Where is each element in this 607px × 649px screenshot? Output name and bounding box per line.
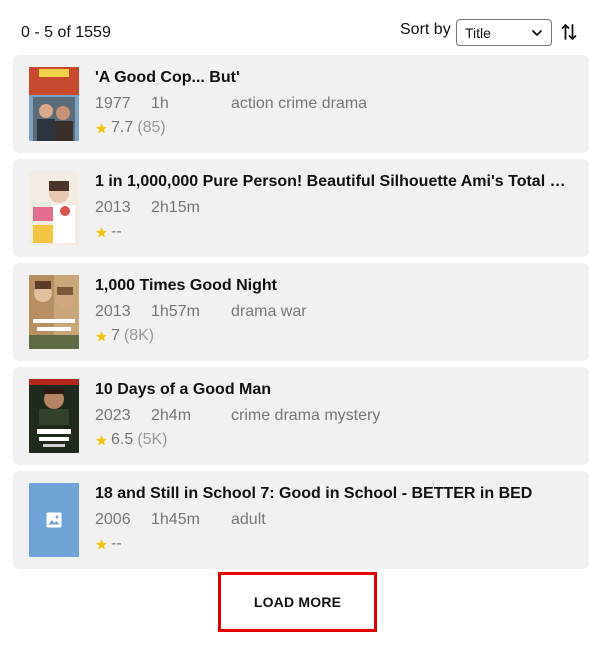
movie-rating: -- bbox=[95, 223, 126, 241]
rating-value: 6.5 bbox=[111, 431, 134, 448]
star-icon bbox=[96, 122, 107, 133]
results-count: 0 - 5 of 1559 bbox=[21, 24, 111, 41]
movie-duration: 1h45m bbox=[151, 511, 200, 528]
movie-title[interactable]: 18 and Still in School 7: Good in School… bbox=[95, 485, 569, 503]
sort-by-label: Sort by bbox=[400, 21, 451, 38]
movie-genres: action crime drama bbox=[231, 95, 368, 112]
movie-genres: crime drama mystery bbox=[231, 407, 381, 424]
movie-year: 2013 bbox=[95, 199, 131, 216]
load-more-button[interactable]: LOAD MORE bbox=[218, 572, 377, 632]
rating-value: -- bbox=[111, 535, 122, 552]
movie-duration: 2h4m bbox=[151, 407, 192, 424]
movie-rating: 7.7 (85) bbox=[95, 119, 166, 137]
movie-title[interactable]: 1 in 1,000,000 Pure Person! Beautiful Si… bbox=[95, 173, 569, 191]
movie-rating: -- bbox=[95, 535, 126, 553]
movie-poster bbox=[29, 171, 79, 245]
movie-card[interactable]: 18 and Still in School 7: Good in School… bbox=[13, 471, 589, 569]
movie-poster bbox=[29, 67, 79, 141]
star-icon bbox=[96, 434, 107, 445]
poster-placeholder bbox=[29, 483, 79, 557]
results-toolbar: 0 - 5 of 1559 Sort by Title bbox=[0, 0, 607, 56]
star-icon bbox=[96, 538, 107, 549]
movie-list: 'A Good Cop... But' 1977 1h action crime… bbox=[13, 55, 589, 575]
movie-card[interactable]: 10 Days of a Good Man 2023 2h4m crime dr… bbox=[13, 367, 589, 465]
movie-title[interactable]: 'A Good Cop... But' bbox=[95, 69, 569, 87]
movie-poster bbox=[29, 379, 79, 453]
movie-duration: 1h57m bbox=[151, 303, 200, 320]
star-icon bbox=[96, 330, 107, 341]
sort-select-value: Title bbox=[465, 24, 491, 41]
sort-direction-icon[interactable] bbox=[561, 22, 577, 42]
movie-duration: 1h bbox=[151, 95, 169, 112]
movie-rating: 6.5 (5K) bbox=[95, 431, 167, 449]
sort-select[interactable]: Title bbox=[456, 19, 552, 46]
movie-title[interactable]: 10 Days of a Good Man bbox=[95, 381, 569, 399]
image-placeholder-icon bbox=[46, 512, 62, 528]
movie-year: 2006 bbox=[95, 511, 131, 528]
rating-votes: (85) bbox=[137, 119, 166, 136]
movie-genres: drama war bbox=[231, 303, 307, 320]
movie-genres: adult bbox=[231, 511, 266, 528]
movie-title[interactable]: 1,000 Times Good Night bbox=[95, 277, 569, 295]
movie-year: 2023 bbox=[95, 407, 131, 424]
movie-rating: 7 (8K) bbox=[95, 327, 154, 345]
movie-poster bbox=[29, 275, 79, 349]
movie-card[interactable]: 1 in 1,000,000 Pure Person! Beautiful Si… bbox=[13, 159, 589, 257]
movie-year: 2013 bbox=[95, 303, 131, 320]
rating-value: -- bbox=[111, 223, 122, 240]
movie-duration: 2h15m bbox=[151, 199, 200, 216]
movie-year: 1977 bbox=[95, 95, 131, 112]
movie-card[interactable]: 1,000 Times Good Night 2013 1h57m drama … bbox=[13, 263, 589, 361]
movie-card[interactable]: 'A Good Cop... But' 1977 1h action crime… bbox=[13, 55, 589, 153]
rating-value: 7 bbox=[111, 327, 120, 344]
chevron-down-icon bbox=[532, 29, 542, 36]
rating-votes: (5K) bbox=[137, 431, 168, 448]
rating-value: 7.7 bbox=[111, 119, 134, 136]
rating-votes: (8K) bbox=[123, 327, 155, 344]
star-icon bbox=[96, 226, 107, 237]
